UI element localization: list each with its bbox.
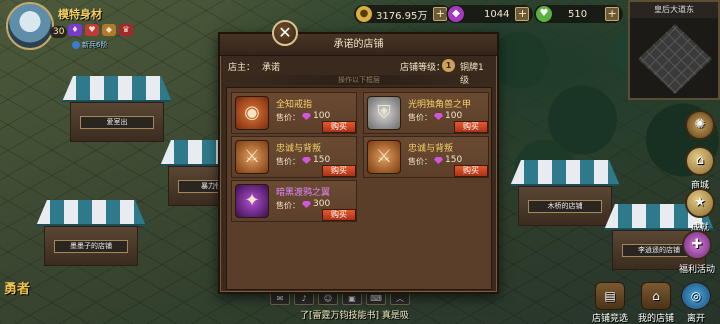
chat-message[interactable]: 了[雷霆万钧技能书] 真是吸 xyxy=(300,308,409,321)
shop-panel: 承诺的店铺 店主： 承诺 店铺等级： 1 铜牌1级 操作以下框层 ◉ 全知戒指 … xyxy=(218,32,499,294)
gem-icon xyxy=(302,157,311,164)
leave-label: 离开 xyxy=(686,314,705,324)
hero-label[interactable]: 勇者 xyxy=(4,278,30,297)
price-label: 售价： xyxy=(276,201,300,210)
close-icon[interactable]: ✕ xyxy=(272,20,298,46)
sword-icon: ⚔ xyxy=(367,140,401,174)
shield-buff-icon[interactable]: ◆ xyxy=(102,24,116,36)
market-stall[interactable]: 爱室出 xyxy=(62,76,172,146)
shop-icon: ⌂ xyxy=(685,146,715,176)
chat-bar: ✉ ♪ ☺ ▣ ⌨ ︿ xyxy=(270,292,450,306)
minimap[interactable]: 皇后大道东 xyxy=(628,0,720,100)
sword-icon: ⚔ xyxy=(235,140,269,174)
vip-icon[interactable]: ♦ xyxy=(68,24,82,36)
gem-amount: 1044 xyxy=(484,8,510,20)
rank-tag: 新兵6阶 xyxy=(72,40,107,50)
shop-compete-label: 店铺竞选 xyxy=(591,314,628,324)
buy-button[interactable]: 购买 xyxy=(322,165,356,177)
gem-icon xyxy=(434,157,443,164)
stall-name-tag: 爱室出 xyxy=(80,116,154,129)
heart-buff-icon[interactable]: ♥ xyxy=(85,24,99,36)
store-icon: ⌂ xyxy=(641,282,671,310)
podium-icon: ▤ xyxy=(595,282,625,310)
welfare-button[interactable]: ✚ 福利活动 xyxy=(672,230,720,275)
item-name: 暗黑渡鸦之翼 xyxy=(276,188,331,198)
item-card[interactable]: ⚔ 忠诚与背叛 售价： 150 购买 xyxy=(231,136,357,178)
price-label: 售价： xyxy=(408,157,432,166)
gem-icon xyxy=(434,113,443,120)
shop-hint: 操作以下框层 xyxy=(228,75,490,85)
shop-title: 承诺的店铺 xyxy=(220,34,497,56)
wings-icon: ✦ xyxy=(235,184,269,218)
green-heart-icon: ♥ xyxy=(536,6,552,22)
item-name: 忠诚与背叛 xyxy=(276,144,322,154)
buy-button[interactable]: 购买 xyxy=(454,121,488,133)
portal-icon: ◎ xyxy=(681,282,711,310)
gem-icon xyxy=(302,201,311,208)
gift-icon: ✚ xyxy=(682,230,712,260)
player-level: 30 xyxy=(50,26,68,38)
armor-icon: ⛨ xyxy=(367,96,401,130)
shop-button[interactable]: ⌂ 商城 xyxy=(680,146,720,191)
owner-label: 店主： xyxy=(228,63,256,73)
welfare-button-label: 福利活动 xyxy=(678,265,715,275)
shop-info-row: 店主： 承诺 店铺等级： 1 铜牌1级 xyxy=(226,59,492,86)
item-card[interactable]: ✦ 暗黑渡鸦之翼 售价： 300 购买 xyxy=(231,180,357,222)
stall-name-tag: 墨墨子的店铺 xyxy=(54,240,128,253)
add-hearts-button[interactable]: + xyxy=(605,7,620,21)
price-label: 售价： xyxy=(408,113,432,122)
menu-button[interactable]: ✺ xyxy=(680,110,720,142)
item-grid: ◉ 全知戒指 售价： 100 购买 ⛨ 光明独角兽之甲 售价： 100 购买 ⚔… xyxy=(226,87,492,290)
item-card[interactable]: ⛨ 光明独角兽之甲 售价： 100 购买 xyxy=(363,92,489,134)
item-price: 150 xyxy=(313,155,331,165)
item-price: 100 xyxy=(313,111,331,121)
achievement-button[interactable]: ★ 成就 xyxy=(680,188,720,233)
compass-icon: ✺ xyxy=(685,110,715,140)
market-stall[interactable]: 墨墨子的店铺 xyxy=(36,200,146,270)
player-name: 模特身材 xyxy=(58,8,102,21)
gem-counter: ◆ 1044 + xyxy=(446,5,534,23)
stall-name-tag: 木桥的店铺 xyxy=(528,200,602,213)
rank-icon xyxy=(72,41,80,49)
coin-icon: ● xyxy=(356,6,372,22)
crown-buff-icon[interactable]: ♛ xyxy=(119,24,133,36)
add-gems-button[interactable]: + xyxy=(515,7,530,21)
item-price: 300 xyxy=(313,199,331,209)
leave-button[interactable]: ◎ 离开 xyxy=(672,282,720,324)
rank-label: 新兵6阶 xyxy=(82,41,108,49)
buy-button[interactable]: 购买 xyxy=(454,165,488,177)
gem-icon xyxy=(302,113,311,120)
shop-level-label: 店铺等级： xyxy=(400,63,446,73)
player-avatar[interactable] xyxy=(6,2,54,50)
buff-row: ♦ ♥ ◆ ♛ xyxy=(68,24,133,36)
trophy-icon: ★ xyxy=(685,188,715,218)
heart-amount: 510 xyxy=(568,8,588,20)
minimap-title: 皇后大道东 xyxy=(630,2,718,18)
owner-name: 承诺 xyxy=(262,63,281,73)
ring-icon: ◉ xyxy=(235,96,269,130)
gold-amount: 3176.95万 xyxy=(376,10,428,22)
stall-awning xyxy=(62,76,172,102)
price-label: 售价： xyxy=(276,113,300,122)
item-name: 忠诚与背叛 xyxy=(408,144,454,154)
stall-awning xyxy=(510,160,620,186)
gem-icon: ◆ xyxy=(448,6,464,22)
stall-awning xyxy=(36,200,146,226)
item-price: 150 xyxy=(445,155,463,165)
buy-button[interactable]: 购买 xyxy=(322,121,356,133)
my-shop-label: 我的店铺 xyxy=(637,314,674,324)
gold-counter: ● 3176.95万 + xyxy=(354,5,452,23)
item-name: 全知戒指 xyxy=(276,100,313,110)
heart-counter: ♥ 510 + xyxy=(534,5,624,23)
shop-level-badge: 1 xyxy=(442,59,455,72)
shop-compete-button[interactable]: ▤ 店铺竞选 xyxy=(586,282,634,324)
minimap-grid[interactable] xyxy=(638,24,712,94)
item-card[interactable]: ◉ 全知戒指 售价： 100 购买 xyxy=(231,92,357,134)
item-card[interactable]: ⚔ 忠诚与背叛 售价： 150 购买 xyxy=(363,136,489,178)
buy-button[interactable]: 购买 xyxy=(322,209,356,221)
item-price: 100 xyxy=(445,111,463,121)
price-label: 售价： xyxy=(276,157,300,166)
item-name: 光明独角兽之甲 xyxy=(408,100,472,110)
